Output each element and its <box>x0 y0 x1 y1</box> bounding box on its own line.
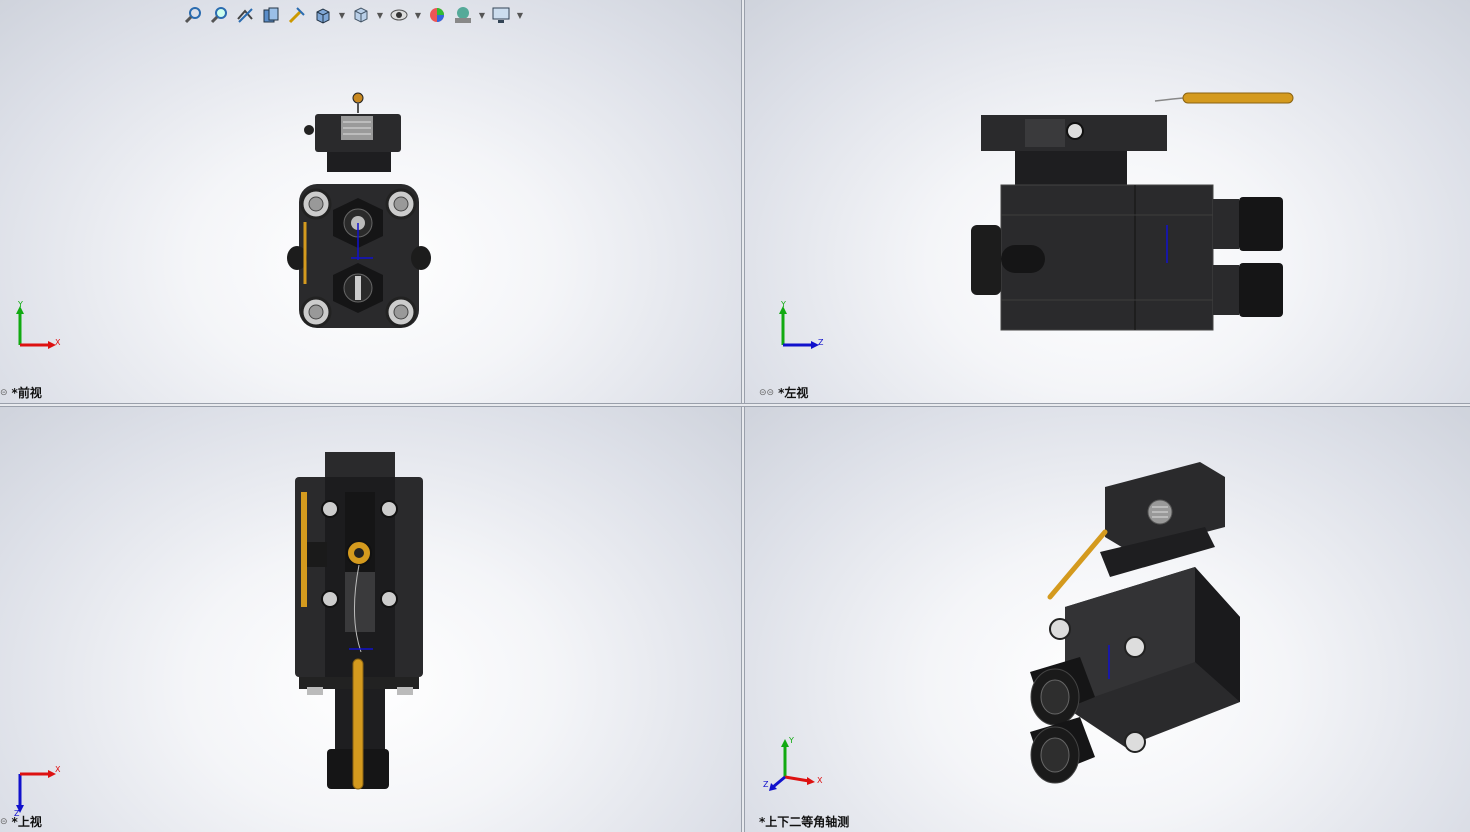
viewport-top[interactable]: X Z ⊝ *上视 <box>0 407 741 832</box>
viewport-label-front: ⊝ *前视 <box>0 386 42 400</box>
view-settings-icon[interactable] <box>490 4 512 26</box>
axis-y-label: Y <box>17 300 23 309</box>
viewport-label-dimetric: *上下二等角轴测 <box>759 815 850 829</box>
axis-z-label: Z <box>818 338 824 347</box>
dynamic-annotation-icon[interactable] <box>286 4 308 26</box>
hide-show-items-icon[interactable] <box>388 4 410 26</box>
display-style-dropdown-icon[interactable]: ▼ <box>376 4 384 26</box>
viewport-front[interactable]: ▼ ▼ ▼ ▼ ▼ Y X ⊝ *前视 <box>0 0 741 403</box>
viewport-splitter-horizontal[interactable] <box>0 403 1470 407</box>
dimetric-view-model[interactable] <box>1025 457 1255 797</box>
view-orientation-dropdown-icon[interactable]: ▼ <box>338 4 346 26</box>
link-views-icon[interactable]: ⊝ <box>0 817 8 827</box>
heads-up-view-toolbar: ▼ ▼ ▼ ▼ ▼ <box>182 4 524 26</box>
previous-view-icon[interactable] <box>234 4 256 26</box>
link-views-icon[interactable]: ⊝⊝ <box>759 388 774 398</box>
edit-appearance-icon[interactable] <box>426 4 448 26</box>
viewport-label-top: ⊝ *上视 <box>0 815 42 829</box>
section-view-icon[interactable] <box>260 4 282 26</box>
axis-z-label: Z <box>763 780 769 789</box>
front-view-model[interactable] <box>285 88 435 338</box>
coordinate-triad-front: Y X <box>16 300 61 349</box>
view-orientation-icon[interactable] <box>312 4 334 26</box>
coordinate-triad-left: Y Z <box>779 300 824 349</box>
coordinate-triad-top: X Z <box>14 765 61 817</box>
viewport-dimetric[interactable]: Y X Z *上下二等角轴测 <box>745 407 1470 832</box>
viewport-label-left: ⊝⊝ *左视 <box>759 386 809 400</box>
top-view-model[interactable] <box>285 447 435 797</box>
apply-scene-icon[interactable] <box>452 4 474 26</box>
coordinate-triad-dimetric: Y X Z <box>763 736 823 791</box>
link-views-icon[interactable]: ⊝ <box>0 388 8 398</box>
view-settings-dropdown-icon[interactable]: ▼ <box>516 4 524 26</box>
axis-x-label: X <box>817 776 823 785</box>
apply-scene-dropdown-icon[interactable]: ▼ <box>478 4 486 26</box>
axis-y-label: Y <box>788 736 794 745</box>
zoom-to-area-icon[interactable] <box>208 4 230 26</box>
axis-x-label: X <box>55 338 61 347</box>
hide-show-dropdown-icon[interactable]: ▼ <box>414 4 422 26</box>
axis-x-label: X <box>55 765 61 774</box>
left-view-model[interactable] <box>965 85 1315 335</box>
viewport-splitter-vertical[interactable] <box>741 0 745 832</box>
viewport-left[interactable]: Y Z ⊝⊝ *左视 <box>745 0 1470 403</box>
display-style-icon[interactable] <box>350 4 372 26</box>
axis-y-label: Y <box>780 300 786 309</box>
zoom-to-fit-icon[interactable] <box>182 4 204 26</box>
